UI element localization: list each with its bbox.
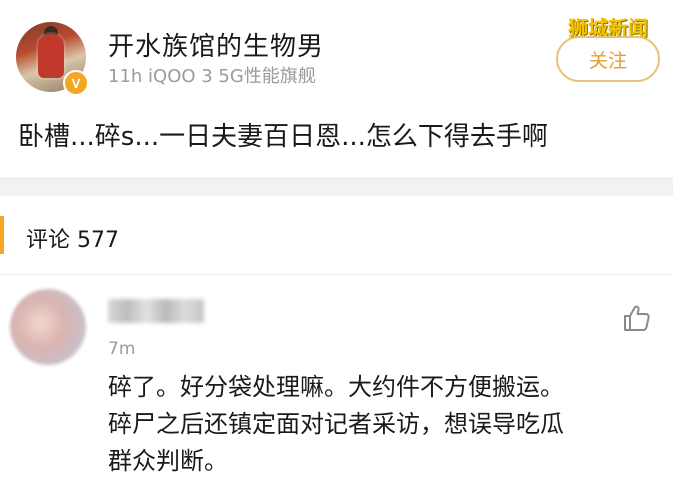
- comment-line: 碎了。好分袋处理嘛。大约件不方便搬运。: [108, 373, 564, 401]
- commenter-name-blurred[interactable]: [108, 299, 204, 323]
- comment-line: 群众判断。: [108, 447, 228, 475]
- thumbs-up-icon[interactable]: [622, 303, 652, 333]
- verified-badge-icon: V: [63, 70, 89, 96]
- comment-text: 碎了。好分袋处理嘛。大约件不方便搬运。 碎尸之后还镇定面对记者采访，想误导吃瓜 …: [108, 369, 668, 480]
- comments-count-tab[interactable]: 评论 577: [26, 222, 119, 254]
- comment-time: 7m: [108, 339, 136, 359]
- user-name[interactable]: 开水族馆的生物男: [108, 26, 324, 63]
- follow-button[interactable]: 关注: [556, 36, 660, 82]
- comments-header: 评论 577: [0, 196, 673, 275]
- avatar-figure: [38, 34, 64, 78]
- weibo-post: V 开水族馆的生物男 11h iQOO 3 5G性能旗舰 狮城新闻 关注 卧槽.…: [0, 0, 673, 178]
- commenter-avatar[interactable]: [10, 289, 86, 365]
- comments-accent-bar: [0, 216, 4, 254]
- comment-line: 碎尸之后还镇定面对记者采访，想误导吃瓜: [108, 410, 564, 438]
- section-divider: [0, 178, 673, 197]
- comment-item: 7m 碎了。好分袋处理嘛。大约件不方便搬运。 碎尸之后还镇定面对记者采访，想误导…: [0, 275, 673, 501]
- post-meta: 11h iQOO 3 5G性能旗舰: [108, 66, 316, 87]
- post-text: 卧槽...碎s...一日夫妻百日恩...怎么下得去手啊: [18, 122, 548, 152]
